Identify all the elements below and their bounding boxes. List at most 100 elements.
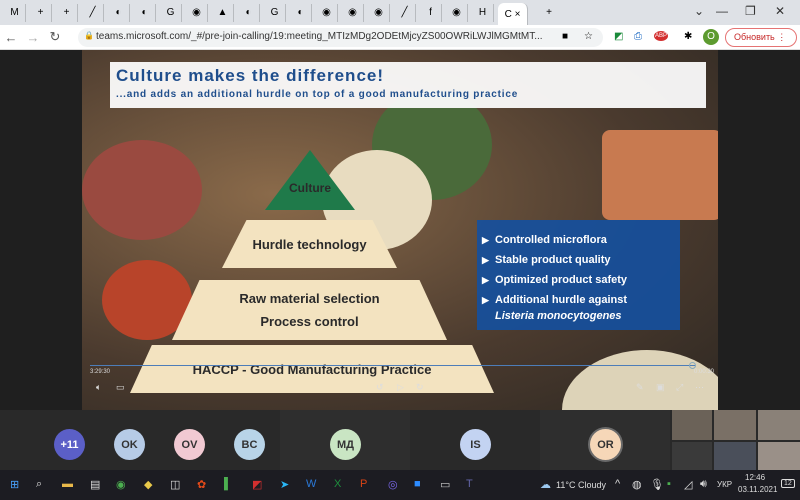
browser-tab[interactable]: ◉ <box>446 3 468 22</box>
reload-icon[interactable]: ↻ <box>44 29 66 45</box>
start-icon[interactable]: ⊞ <box>10 478 19 491</box>
salmon-board-image <box>602 130 718 220</box>
browser-tab[interactable]: + <box>56 3 78 22</box>
slide-title: Culture makes the difference! <box>116 66 385 85</box>
clock-time[interactable]: 12:46 <box>745 473 765 482</box>
app-icon[interactable]: ▭ <box>440 478 450 491</box>
update-button[interactable]: Обновить ⋮ <box>725 28 797 47</box>
active-browser-tab[interactable]: C × <box>498 3 528 25</box>
volume-icon[interactable]: 🔈︎ <box>96 382 101 393</box>
browser-tab[interactable]: G <box>160 3 182 22</box>
pyramid-raw-material: Raw material selection Process control <box>172 280 447 340</box>
print-extension-icon[interactable]: ⎙ <box>634 31 642 42</box>
pen-icon[interactable]: ✎ <box>636 382 644 393</box>
extensions-puzzle-icon[interactable]: ✱ <box>684 31 692 42</box>
seek-bar[interactable] <box>90 365 695 366</box>
powerpoint-icon[interactable]: P <box>360 478 367 490</box>
forward-30-icon[interactable]: ↻ <box>416 382 424 393</box>
weather-text[interactable]: 11°C Cloudy <box>556 480 606 490</box>
captions-icon[interactable]: ▭ <box>116 382 125 393</box>
teams-icon[interactable]: T <box>466 478 473 490</box>
browser-tab[interactable]: H <box>472 3 494 22</box>
notifications-button[interactable]: 12 <box>781 479 795 488</box>
participant-video[interactable] <box>758 442 800 470</box>
participant-avatar[interactable]: OR <box>590 429 621 460</box>
participant-avatar[interactable]: IS <box>460 429 491 460</box>
participant-video[interactable] <box>714 410 756 440</box>
browser-tab[interactable]: + <box>30 3 52 22</box>
pdf-icon[interactable]: ◩ <box>252 478 262 491</box>
keyboard-icon[interactable]: ▪ <box>667 478 671 490</box>
browser-tab[interactable]: ◉ <box>342 3 364 22</box>
back-icon[interactable]: ← <box>0 30 22 45</box>
app-icon[interactable]: ◆ <box>144 478 152 491</box>
close-tab-icon[interactable]: × <box>515 9 521 20</box>
participant-avatar[interactable]: BC <box>234 429 265 460</box>
browser-tab[interactable]: ◉ <box>368 3 390 22</box>
update-label: Обновить <box>734 32 775 42</box>
browser-tab[interactable]: ◐ <box>238 3 260 22</box>
browser-tab[interactable]: ◐ <box>290 3 312 22</box>
picture-in-picture-icon[interactable]: ▣ <box>656 382 665 393</box>
participant-video[interactable] <box>672 410 712 440</box>
slide-title-box: Culture makes the difference! ...and add… <box>110 62 706 108</box>
browser-tab[interactable]: ╱ <box>394 3 416 22</box>
telegram-icon[interactable]: ➤ <box>280 478 289 491</box>
url-text: teams.microsoft.com/_#/pre-join-calling/… <box>96 31 543 42</box>
tab-search-icon[interactable]: ⌄ <box>694 4 704 18</box>
url-input[interactable]: 🔒 teams.microsoft.com/_#/pre-join-calling… <box>78 28 603 47</box>
profile-avatar[interactable]: O <box>703 29 719 45</box>
participant-avatar[interactable]: OK <box>114 429 145 460</box>
browser-tab[interactable]: G <box>264 3 286 22</box>
participant-avatar[interactable]: OV <box>174 429 205 460</box>
forward-icon[interactable]: → <box>22 30 44 45</box>
participants-bar: +11 OK OV BC МД IS OR <box>0 410 800 470</box>
zoom-icon[interactable]: ■ <box>414 478 421 490</box>
chrome-icon[interactable]: ◉ <box>116 478 126 491</box>
play-icon[interactable]: ▷ <box>397 382 404 393</box>
browser-tab[interactable]: ◐ <box>134 3 156 22</box>
clock-date[interactable]: 03.11.2021 <box>738 485 777 494</box>
browser-tab[interactable]: ◉ <box>186 3 208 22</box>
file-explorer-icon[interactable]: ▬ <box>62 478 73 490</box>
search-icon[interactable]: ⌕ <box>36 478 42 491</box>
tray-chevron-icon[interactable]: ^ <box>615 478 620 490</box>
app-icon[interactable]: ▤ <box>90 478 100 491</box>
browser-tab[interactable]: M <box>4 3 26 22</box>
more-options-icon[interactable]: ⋯ <box>695 382 704 393</box>
extension-icon[interactable]: ◩ <box>614 31 623 42</box>
participant-video[interactable] <box>672 442 712 470</box>
close-window-button[interactable]: ✕ <box>775 4 785 18</box>
bookmark-star-icon[interactable]: ☆ <box>584 31 593 42</box>
network-icon[interactable]: ◿ <box>684 478 692 491</box>
app-icon[interactable]: ▌ <box>224 478 232 490</box>
volume-icon[interactable]: 🔊︎ <box>700 478 707 491</box>
word-icon[interactable]: W <box>306 478 316 490</box>
fullscreen-icon[interactable]: ⤢ <box>676 382 683 393</box>
browser-tab[interactable]: ▲ <box>212 3 234 22</box>
rewind-10-icon[interactable]: ↺ <box>376 382 384 393</box>
viber-icon[interactable]: ◎ <box>388 478 398 491</box>
participant-video[interactable] <box>758 410 800 440</box>
restore-button[interactable]: ❐ <box>745 4 756 18</box>
app-icon[interactable]: ✿ <box>197 478 206 491</box>
participant-avatar[interactable]: МД <box>330 429 361 460</box>
camera-icon[interactable]: ■ <box>562 31 568 42</box>
adblock-icon[interactable]: ABP <box>654 31 669 41</box>
bullet-text: Controlled microflora <box>495 234 607 246</box>
minimize-button[interactable]: — <box>716 4 728 18</box>
seek-handle[interactable] <box>689 362 696 369</box>
browser-tab[interactable]: ◉ <box>316 3 338 22</box>
participant-video[interactable] <box>714 442 756 470</box>
browser-tab[interactable]: ◐ <box>108 3 130 22</box>
meet-now-icon[interactable]: ◍ <box>632 478 642 491</box>
triangle-bullet-icon: ▶ <box>482 235 489 245</box>
language-indicator[interactable]: УКР <box>717 480 732 489</box>
browser-tab[interactable]: ╱ <box>82 3 104 22</box>
browser-tab[interactable]: f <box>420 3 442 22</box>
excel-icon[interactable]: X <box>334 478 341 490</box>
app-icon[interactable]: ◫ <box>170 478 180 491</box>
more-participants-badge[interactable]: +11 <box>54 429 85 460</box>
new-tab-button[interactable]: + <box>538 4 560 22</box>
microphone-icon[interactable]: 🎙︎ <box>650 478 664 491</box>
